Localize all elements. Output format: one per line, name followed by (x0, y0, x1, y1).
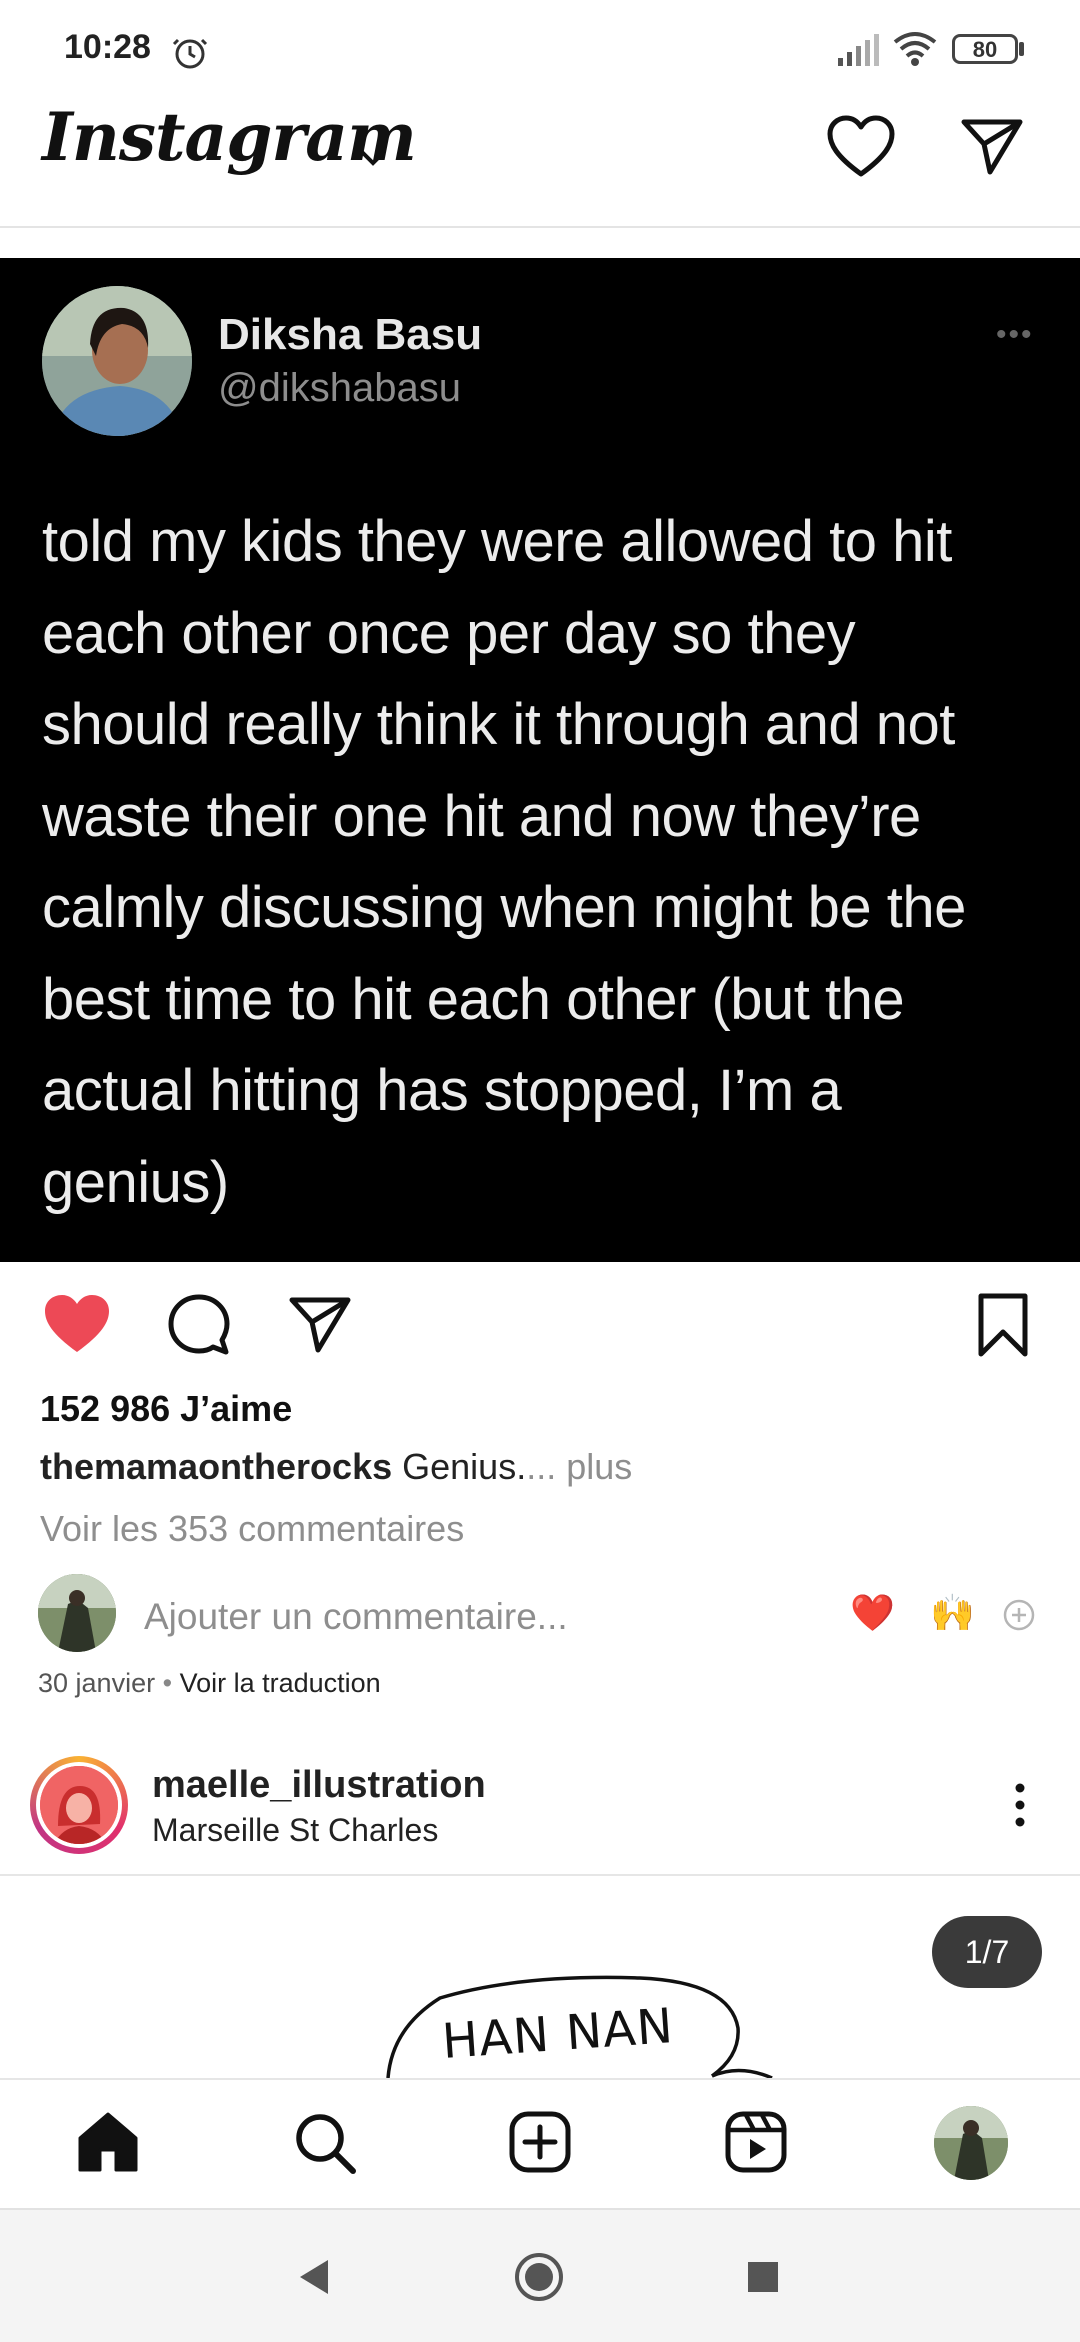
tweet-text: told my kids they were allowed to hit ea… (42, 496, 1052, 1228)
quick-reaction-heart[interactable]: ❤️ (850, 1592, 895, 1634)
caption-text: Genius. (402, 1446, 527, 1487)
status-bar: 10:28 80 (0, 0, 1080, 100)
profile-avatar[interactable] (934, 2106, 1008, 2180)
back-icon[interactable] (296, 2258, 330, 2296)
tweet-author-handle: @dikshabasu (218, 366, 461, 410)
share-icon[interactable] (288, 1294, 352, 1354)
like-heart-filled-icon[interactable] (42, 1292, 112, 1356)
post-author-username[interactable]: maelle_illustration (152, 1764, 486, 1807)
likes-count[interactable]: 152 986 J’aime (40, 1388, 292, 1430)
recents-icon[interactable] (746, 2260, 780, 2294)
tweet-avatar (42, 286, 192, 436)
tweet-line: best time to hit each other (but the (42, 966, 905, 1032)
signal-icon (838, 34, 879, 66)
bookmark-icon[interactable] (976, 1292, 1030, 1358)
battery-icon: 80 (952, 34, 1018, 64)
home-circle-icon[interactable] (514, 2252, 564, 2302)
bottom-nav (0, 2078, 1080, 2210)
my-avatar (38, 1574, 116, 1652)
post-date: 30 janvier (38, 1668, 156, 1698)
add-comment-input[interactable]: Ajouter un commentaire... (144, 1596, 568, 1638)
status-time: 10:28 (64, 28, 151, 66)
chevron-down-icon[interactable] (358, 148, 388, 168)
alarm-icon (172, 38, 208, 69)
post-image-illustration[interactable]: HAN NAN (0, 1878, 1080, 2078)
tweet-author-name: Diksha Basu (218, 310, 483, 359)
post-author-avatar[interactable] (40, 1766, 118, 1844)
heart-icon[interactable] (826, 114, 896, 180)
direct-message-icon[interactable] (960, 116, 1024, 176)
create-post-icon[interactable] (508, 2110, 572, 2174)
caption-more-link[interactable]: ... plus (526, 1446, 632, 1487)
translate-link[interactable]: Voir la traduction (180, 1668, 381, 1698)
search-icon[interactable] (292, 2110, 358, 2176)
post-caption: themamaontherocks Genius.... plus (40, 1446, 632, 1488)
view-comments-link[interactable]: Voir les 353 commentaires (40, 1508, 464, 1550)
add-reaction-icon[interactable] (1002, 1598, 1036, 1632)
tweet-more-icon: ••• (996, 318, 1034, 351)
home-icon[interactable] (76, 2110, 140, 2174)
post-divider (0, 1874, 1080, 1876)
post-location[interactable]: Marseille St Charles (152, 1812, 438, 1849)
carousel-counter: 1/7 (932, 1916, 1042, 1988)
tweet-line: told my kids they were allowed to hit (42, 509, 952, 574)
tweet-line: calmly discussing when might be the (42, 875, 966, 940)
more-options-icon[interactable] (1008, 1780, 1032, 1830)
date-separator: • (162, 1668, 173, 1698)
quick-reaction-raised-hands[interactable]: 🙌 (930, 1592, 975, 1634)
header-divider (0, 226, 1080, 228)
battery-tip (1019, 42, 1024, 56)
tweet-line: should really think it through and not (42, 692, 955, 757)
post-date-line: 30 janvier • Voir la traduction (38, 1668, 381, 1699)
comment-icon[interactable] (166, 1292, 232, 1358)
tweet-line: genius) (42, 1149, 229, 1215)
tweet-line: actual hitting has stopped, I’m a (42, 1058, 842, 1123)
tweet-line: each other once per day so they (42, 600, 856, 666)
system-nav-bar (0, 2208, 1080, 2342)
caption-username[interactable]: themamaontherocks (40, 1446, 392, 1487)
wifi-icon (893, 32, 937, 66)
tweet-line: waste their one hit and now they’re (42, 783, 921, 849)
reels-icon[interactable] (724, 2110, 788, 2174)
